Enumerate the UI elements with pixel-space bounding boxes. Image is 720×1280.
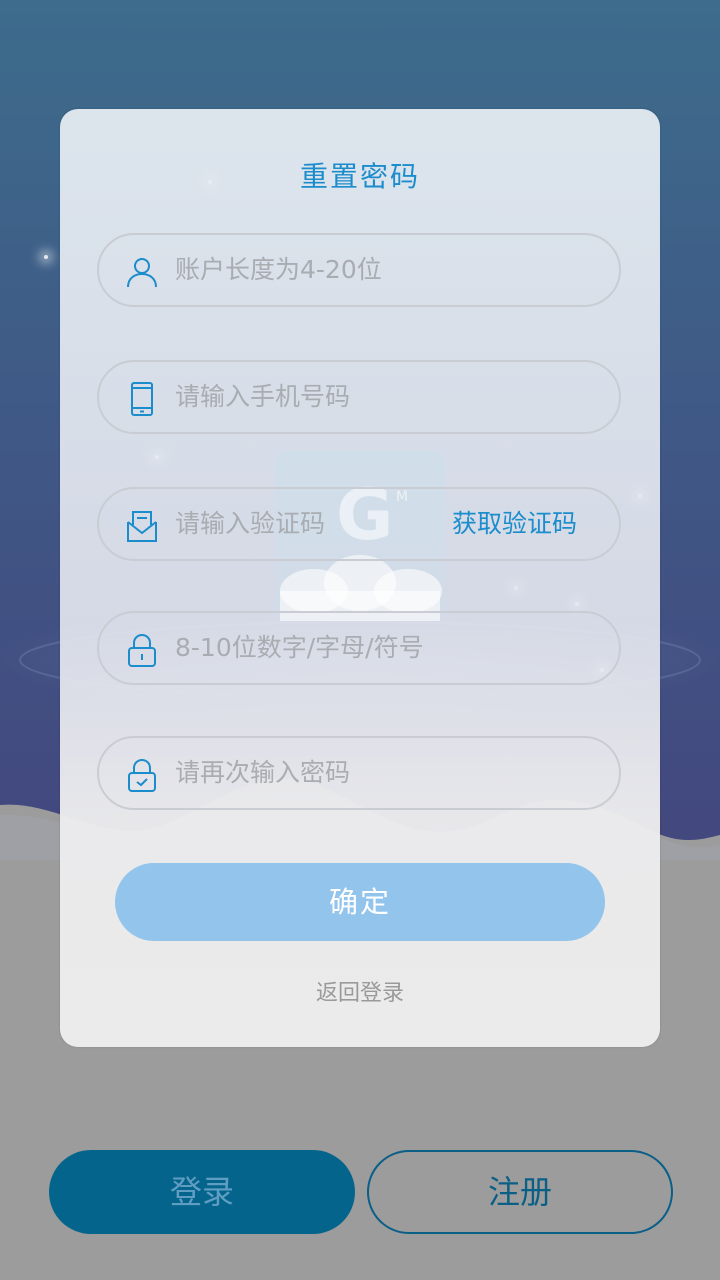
page-title: 重置密码 xyxy=(299,160,420,193)
register-button[interactable]: 注册 xyxy=(367,1150,673,1234)
verification-code-field[interactable]: 请输入验证码 获取验证码 xyxy=(97,487,621,561)
confirm-password-field[interactable]: 请再次输入密码 xyxy=(97,736,621,810)
confirm-password-input[interactable]: 请再次输入密码 xyxy=(175,738,350,808)
account-input[interactable]: 账户长度为4-20位 xyxy=(175,235,382,305)
phone-icon xyxy=(125,382,159,416)
phone-input[interactable]: 请输入手机号码 xyxy=(175,362,350,432)
lock-check-icon xyxy=(125,758,159,792)
account-field[interactable]: 账户长度为4-20位 xyxy=(97,233,621,307)
password-field[interactable]: 8-10位数字/字母/符号 xyxy=(97,611,621,685)
lock-icon xyxy=(125,633,159,667)
phone-field[interactable]: 请输入手机号码 xyxy=(97,360,621,434)
user-icon xyxy=(125,255,159,289)
verification-code-input[interactable]: 请输入验证码 xyxy=(175,489,325,559)
password-input[interactable]: 8-10位数字/字母/符号 xyxy=(175,613,424,683)
login-screen: G M 重置密码 账户长度为4-20位 请输入手机号码 请输入验证码 获取验证码… xyxy=(0,0,720,1280)
get-code-button[interactable]: 获取验证码 xyxy=(452,489,577,559)
sky-star xyxy=(44,255,48,259)
envelope-icon xyxy=(125,509,159,543)
reset-password-card: G M 重置密码 账户长度为4-20位 请输入手机号码 请输入验证码 获取验证码… xyxy=(60,109,660,1047)
login-button[interactable]: 登录 xyxy=(49,1150,355,1234)
confirm-button[interactable]: 确定 xyxy=(115,863,605,941)
back-to-login-link[interactable]: 返回登录 xyxy=(60,975,660,1007)
